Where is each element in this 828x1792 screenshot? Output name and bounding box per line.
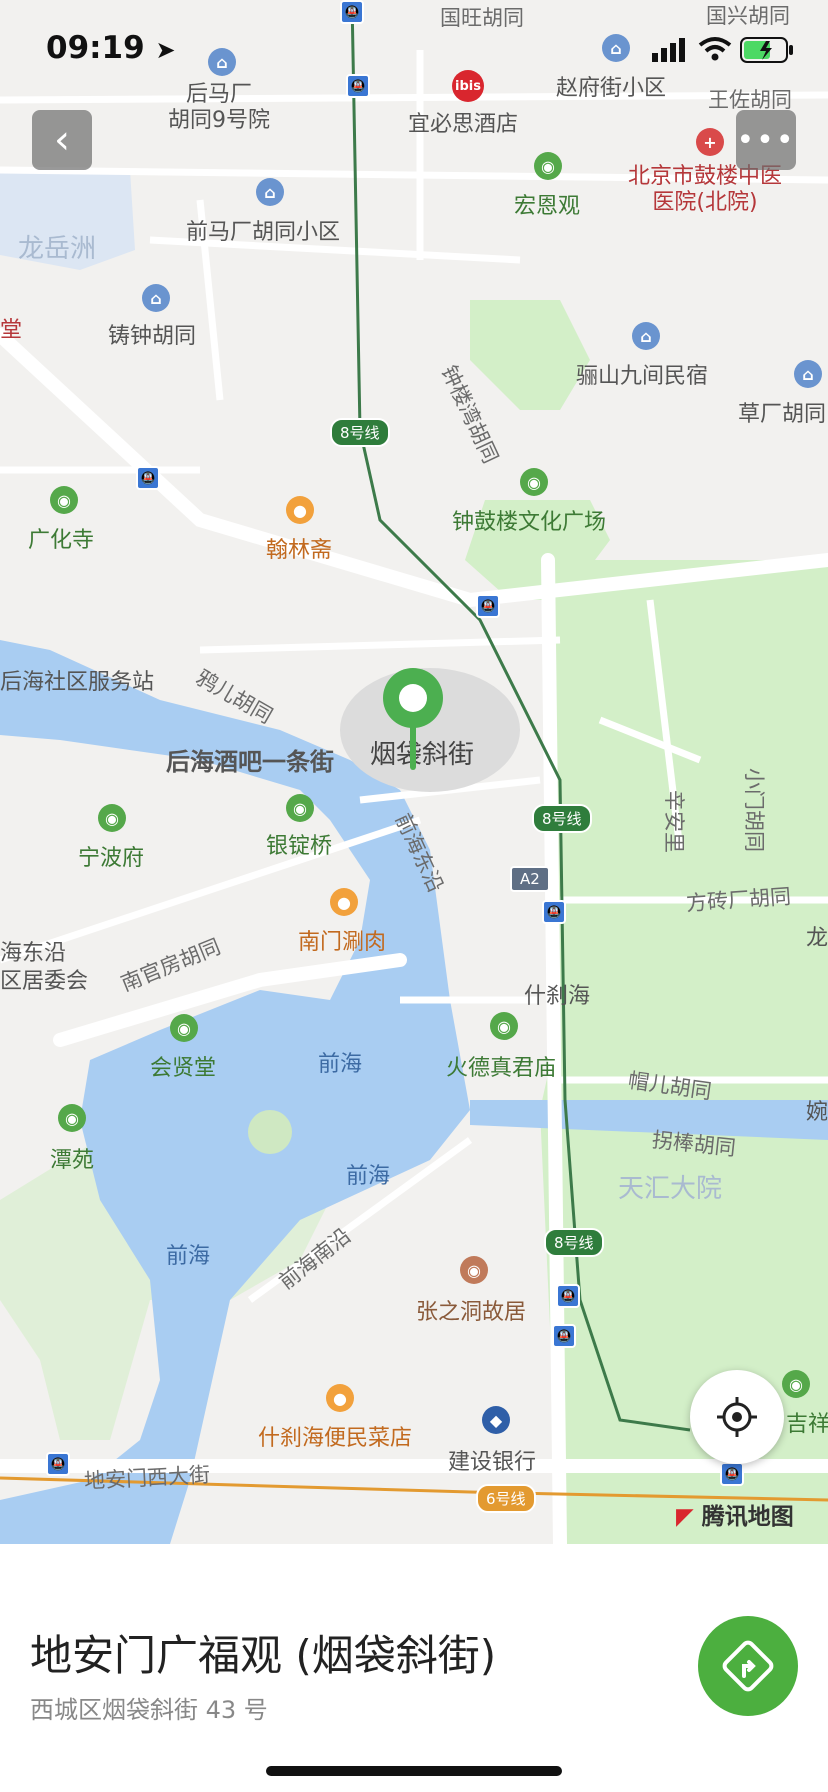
- metro-line-tag: 6号线: [476, 1484, 536, 1513]
- map-label: 吉祥: [786, 1412, 828, 1437]
- road-badge: A2: [510, 866, 550, 892]
- metro-station-icon: 🚇: [136, 466, 160, 490]
- metro-line-tag: 8号线: [532, 804, 592, 833]
- place-title: 地安门广福观 (烟袋斜街): [30, 1631, 497, 1680]
- map-label: 骊山九间民宿: [576, 364, 709, 389]
- location-arrow-icon: ➤: [155, 36, 176, 64]
- hotel-icon: ⌂: [632, 322, 660, 350]
- map-brand-logo: ◤ 腾讯地图: [676, 1504, 794, 1530]
- map-label: 张之洞故居: [416, 1300, 527, 1325]
- residence-icon: ⌂: [256, 178, 284, 206]
- map-label: 会贤堂: [150, 1056, 217, 1081]
- map-label: 堂: [0, 318, 23, 343]
- compass-icon: ◤: [676, 1504, 694, 1530]
- attraction-icon: ◉: [170, 1014, 198, 1042]
- map-label: 前海: [318, 1052, 363, 1077]
- map-label: 前马厂胡同小区: [186, 220, 341, 245]
- map-label: 钟鼓楼文化广场: [452, 510, 607, 535]
- attraction-icon: ◉: [286, 794, 314, 822]
- status-bar: 09:19 ➤: [0, 0, 828, 88]
- park-icon: ◉: [782, 1370, 810, 1398]
- map-label: 后马厂 胡同9号院: [168, 82, 270, 133]
- map-label: 小门胡同: [742, 768, 766, 852]
- map-label: 后海社区服务站: [0, 670, 155, 695]
- map-label: 南门涮肉: [298, 930, 387, 955]
- map-label: 宁波府: [78, 846, 145, 871]
- map-label: 龙: [806, 926, 828, 951]
- metro-line-tag: 8号线: [544, 1228, 604, 1257]
- park-icon: ◉: [58, 1104, 86, 1132]
- map-view[interactable]: ⌂ ⌂ ⌂ ⌂ ⌂ ⌂ ◉ ◉ ◉ ◉ ◉ ◉ ◉ ◉ ◉ ● ● ● ◉ + …: [0, 0, 828, 1544]
- map-label: 前海: [346, 1164, 391, 1189]
- place-address: 西城区烟袋斜街 43 号: [30, 1696, 268, 1724]
- location-pin-icon[interactable]: [381, 666, 445, 776]
- map-label: 建设银行: [448, 1450, 537, 1475]
- directions-icon: [722, 1640, 774, 1692]
- wifi-icon: [698, 37, 732, 61]
- plaza-icon: ◉: [520, 468, 548, 496]
- crosshair-icon: [717, 1397, 757, 1437]
- metro-station-icon: 🚇: [720, 1462, 744, 1486]
- metro-station-icon: 🚇: [542, 900, 566, 924]
- map-label: 什刹海: [524, 984, 591, 1009]
- shop-icon: ●: [326, 1384, 354, 1412]
- map-label: 潭苑: [50, 1148, 95, 1173]
- more-options-button[interactable]: •••: [736, 110, 796, 170]
- residence-icon: ⌂: [142, 284, 170, 312]
- map-label: 龙岳洲: [18, 234, 97, 264]
- metro-station-icon: 🚇: [476, 594, 500, 618]
- temple-icon: ◉: [50, 486, 78, 514]
- temple-icon: ◉: [490, 1012, 518, 1040]
- map-label: 北京市鼓楼中医 医院(北院): [628, 164, 783, 215]
- landmark-icon: ◉: [460, 1256, 488, 1284]
- metro-line-tag: 8号线: [330, 418, 390, 447]
- home-indicator[interactable]: [266, 1766, 562, 1776]
- metro-station-icon: 🚇: [556, 1284, 580, 1308]
- map-label: 婉: [806, 1100, 828, 1125]
- map-label: 宜必思酒店: [408, 112, 519, 137]
- map-label: 草厂胡同: [738, 402, 827, 427]
- back-button[interactable]: ‹: [32, 110, 92, 170]
- attraction-icon: ◉: [98, 804, 126, 832]
- map-label: 前海: [166, 1244, 211, 1269]
- map-label: 翰林斋: [266, 538, 333, 563]
- battery-icon: [740, 37, 793, 63]
- map-label: 辛安里: [662, 790, 686, 853]
- map-label: 宏恩观: [514, 194, 581, 219]
- residence-icon: ⌂: [794, 360, 822, 388]
- map-label: 什刹海便民菜店: [258, 1426, 413, 1451]
- chevron-left-icon: ‹: [54, 117, 70, 163]
- bank-icon: ◆: [482, 1406, 510, 1434]
- metro-station-icon: 🚇: [46, 1452, 70, 1476]
- more-icon: •••: [736, 122, 796, 158]
- signal-icon: [652, 38, 685, 62]
- hospital-icon: +: [696, 128, 724, 156]
- map-label: 铸钟胡同: [108, 324, 197, 349]
- restaurant-icon: ●: [330, 888, 358, 916]
- map-label: 海东沿 区居委会: [0, 941, 89, 994]
- temple-icon: ◉: [534, 152, 562, 180]
- shop-icon: ●: [286, 496, 314, 524]
- metro-station-icon: 🚇: [552, 1324, 576, 1348]
- map-label: 广化寺: [28, 528, 95, 553]
- map-label: 后海酒吧一条街: [166, 748, 334, 776]
- place-info-panel[interactable]: 地安门广福观 (烟袋斜街) 西城区烟袋斜街 43 号: [0, 1544, 828, 1792]
- map-label: 天汇大院: [618, 1174, 723, 1204]
- navigate-button[interactable]: [698, 1616, 798, 1716]
- map-label: 火德真君庙: [446, 1056, 557, 1081]
- map-label: 银锭桥: [266, 834, 333, 859]
- locate-me-button[interactable]: [690, 1370, 784, 1464]
- status-time: 09:19 ➤: [46, 30, 176, 66]
